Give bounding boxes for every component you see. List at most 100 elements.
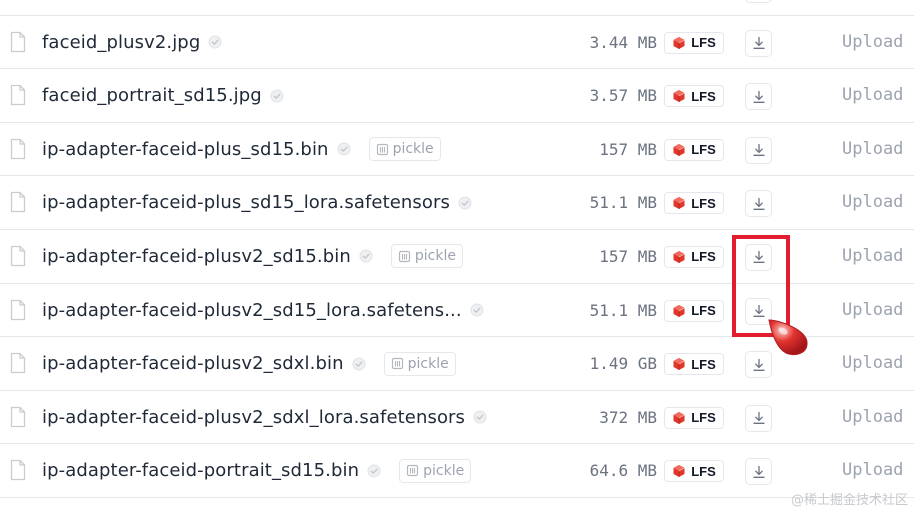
file-name-link[interactable]: faceid_portrait_sd15.jpg	[42, 85, 262, 106]
pickle-icon	[398, 250, 411, 263]
download-icon	[752, 143, 766, 157]
file-size: 51.1 MB	[589, 300, 657, 320]
file-row: faceid_plusv2.jpg 3.44 MB LFS Upload	[0, 16, 914, 70]
lfs-cube-icon	[672, 250, 686, 264]
lfs-badge[interactable]: LFS	[664, 138, 724, 161]
upload-info: Upload	[842, 0, 903, 15]
pickle-icon	[376, 143, 389, 156]
lfs-label: LFS	[691, 303, 716, 319]
file-icon	[10, 459, 26, 481]
lfs-badge[interactable]: LFS	[664, 460, 724, 483]
lfs-label: LFS	[691, 35, 716, 51]
file-name-link[interactable]: ip-adapter-faceid-plusv2_sd15.bin	[42, 246, 351, 267]
file-row: ip-adapter-faceid-plusv2_sd15_lora.safet…	[0, 284, 914, 338]
lfs-cube-icon	[672, 143, 686, 157]
lfs-badge[interactable]: LFS	[664, 299, 724, 322]
lfs-badge[interactable]: LFS	[664, 245, 724, 268]
file-list: faceid_plusv2.jpgLFSUploadfaceid_plusv2.…	[0, 0, 914, 498]
lfs-label: LFS	[691, 463, 716, 479]
upload-info: Upload	[842, 299, 904, 320]
lfs-badge[interactable]: LFS	[664, 192, 724, 215]
download-button[interactable]	[745, 136, 772, 164]
pickle-badge[interactable]: pickle	[390, 244, 463, 269]
lfs-cube-icon	[672, 196, 686, 210]
file-icon	[10, 299, 26, 321]
file-name-link[interactable]: ip-adapter-faceid-portrait_sd15.bin	[42, 460, 359, 481]
lfs-cube-icon	[672, 36, 686, 50]
pickle-badge[interactable]: pickle	[383, 351, 456, 376]
file-name-link[interactable]: ip-adapter-faceid-plusv2_sdxl.bin	[42, 353, 344, 374]
pickle-label: pickle	[423, 462, 465, 479]
download-button[interactable]	[745, 243, 772, 271]
lfs-label: LFS	[691, 249, 716, 265]
check-shield-icon	[458, 196, 472, 210]
file-size: 157 MB	[599, 139, 657, 159]
file-icon	[10, 191, 26, 213]
file-size: 51.1 MB	[589, 193, 657, 213]
upload-info: Upload	[842, 353, 904, 374]
lfs-label: LFS	[691, 88, 716, 104]
pickle-label: pickle	[392, 141, 434, 158]
check-shield-icon	[352, 357, 366, 371]
file-icon	[10, 138, 26, 160]
lfs-badge[interactable]: LFS	[664, 31, 724, 54]
file-size: 3.44 MB	[589, 32, 657, 52]
download-button[interactable]	[745, 83, 772, 111]
download-button[interactable]	[745, 458, 772, 486]
file-size: 372 MB	[599, 407, 657, 427]
check-shield-icon	[359, 249, 373, 263]
lfs-cube-icon	[672, 411, 686, 425]
upload-info: Upload	[842, 406, 904, 427]
download-icon	[752, 304, 766, 318]
file-name-link[interactable]: ip-adapter-faceid-plus_sd15_lora.safeten…	[42, 192, 450, 213]
download-button[interactable]	[745, 351, 772, 379]
file-size: 64.6 MB	[589, 461, 657, 481]
pickle-badge[interactable]: pickle	[368, 137, 441, 162]
lfs-cube-icon	[672, 89, 686, 103]
lfs-badge[interactable]: LFS	[664, 406, 724, 429]
upload-info: Upload	[842, 138, 904, 159]
watermark: @稀土掘金技术社区	[790, 493, 908, 508]
pickle-label: pickle	[407, 355, 449, 372]
file-row: ip-adapter-faceid-portrait_sd15.bin pickl…	[0, 444, 914, 498]
lfs-badge[interactable]: LFS	[664, 85, 724, 108]
lfs-label: LFS	[691, 142, 716, 158]
file-name-link[interactable]: faceid_plusv2.jpg	[42, 32, 200, 53]
upload-info: Upload	[842, 245, 904, 266]
check-shield-icon	[470, 303, 484, 317]
lfs-label: LFS	[691, 410, 716, 426]
download-icon	[752, 358, 766, 372]
file-icon	[10, 84, 26, 106]
pickle-badge[interactable]: pickle	[399, 458, 472, 483]
download-icon	[752, 197, 766, 211]
lfs-label: LFS	[691, 195, 716, 211]
file-name-link[interactable]: ip-adapter-faceid-plus_sd15.bin	[42, 139, 329, 160]
download-icon	[752, 465, 766, 479]
download-button[interactable]	[745, 297, 772, 325]
download-icon	[752, 411, 766, 425]
lfs-badge[interactable]: LFS	[664, 353, 724, 376]
check-shield-icon	[337, 142, 351, 156]
upload-info: Upload	[842, 31, 904, 52]
download-button[interactable]	[745, 0, 772, 3]
download-button[interactable]	[745, 404, 772, 432]
file-name-link[interactable]: ip-adapter-faceid-plusv2_sd15_lora.safet…	[42, 300, 462, 321]
download-icon	[752, 36, 766, 50]
file-name-link[interactable]: ip-adapter-faceid-plusv2_sdxl_lora.safet…	[42, 407, 465, 428]
file-icon	[10, 245, 26, 267]
file-row: ip-adapter-faceid-plus_sd15.bin pickle 157…	[0, 123, 914, 177]
lfs-label: LFS	[691, 356, 716, 372]
file-icon	[10, 352, 26, 374]
download-button[interactable]	[745, 190, 772, 218]
check-shield-icon	[473, 410, 487, 424]
lfs-cube-icon	[672, 304, 686, 318]
upload-info: Upload	[842, 85, 904, 106]
download-icon	[752, 250, 766, 264]
lfs-cube-icon	[672, 357, 686, 371]
pickle-icon	[391, 357, 404, 370]
file-row: ip-adapter-faceid-plus_sd15_lora.safeten…	[0, 176, 914, 230]
file-row: faceid_plusv2.jpgLFSUpload	[0, 0, 914, 16]
download-button[interactable]	[745, 29, 772, 57]
check-shield-icon	[208, 35, 222, 49]
file-size: 1.49 GB	[589, 354, 657, 374]
